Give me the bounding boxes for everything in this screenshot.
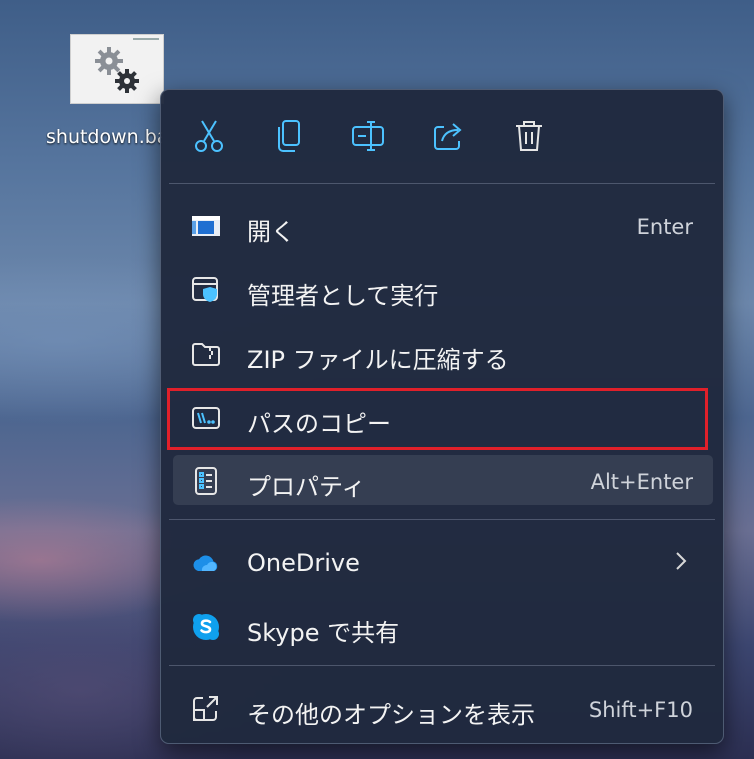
copy-icon: [278, 120, 300, 152]
rename-icon: [352, 121, 384, 151]
delete-icon: [516, 121, 542, 151]
open-app-icon: [192, 216, 220, 236]
menu-item-open[interactable]: 開く Enter: [173, 200, 713, 250]
menu-item-properties[interactable]: プロパティ Alt+Enter: [173, 455, 713, 505]
share-button[interactable]: [427, 116, 471, 156]
cut-icon: [195, 120, 223, 152]
cut-button[interactable]: [187, 116, 231, 156]
copy-button[interactable]: [267, 116, 311, 156]
menu-item-compress-zip[interactable]: ZIP ファイルに圧縮する: [173, 328, 713, 378]
annotation-highlight-box: [167, 388, 708, 450]
menu-item-label: 開く: [247, 218, 295, 246]
shortcut-text: Alt+Enter: [590, 470, 693, 494]
shortcut-text: Shift+F10: [588, 698, 693, 722]
menu-item-label: その他のオプションを表示: [247, 701, 535, 729]
desktop-file-label[interactable]: shutdown.bat: [46, 126, 162, 148]
menu-item-label: プロパティ: [247, 473, 366, 501]
properties-icon: [195, 467, 217, 495]
share-icon: [434, 123, 462, 150]
rename-button[interactable]: [347, 116, 391, 156]
menu-item-label: Skype で共有: [247, 619, 400, 647]
separator: [169, 665, 715, 666]
separator: [169, 183, 715, 184]
menu-item-label: OneDrive: [247, 549, 360, 577]
menu-item-run-as-admin[interactable]: 管理者として実行: [173, 264, 713, 314]
zip-folder-icon: [192, 343, 220, 366]
file-thumbnail-strip: [133, 38, 159, 40]
separator: [169, 519, 715, 520]
menu-item-onedrive[interactable]: OneDrive: [173, 537, 713, 587]
menu-item-more-options[interactable]: その他のオプションを表示 Shift+F10: [173, 683, 713, 733]
menu-item-skype-share[interactable]: Skype で共有: [173, 601, 713, 651]
menu-toolbar: [161, 90, 723, 184]
chevron-right-icon: [676, 552, 687, 570]
desktop-file-icon[interactable]: [70, 34, 164, 104]
run-as-admin-icon: [192, 277, 218, 302]
gears-icon: [95, 47, 139, 93]
skype-icon: [193, 614, 219, 640]
delete-button[interactable]: [507, 116, 551, 156]
menu-item-label: ZIP ファイルに圧縮する: [247, 346, 509, 374]
onedrive-icon: [193, 555, 218, 571]
shortcut-text: Enter: [636, 215, 693, 239]
more-options-icon: [193, 696, 218, 721]
menu-item-label: 管理者として実行: [247, 282, 439, 310]
